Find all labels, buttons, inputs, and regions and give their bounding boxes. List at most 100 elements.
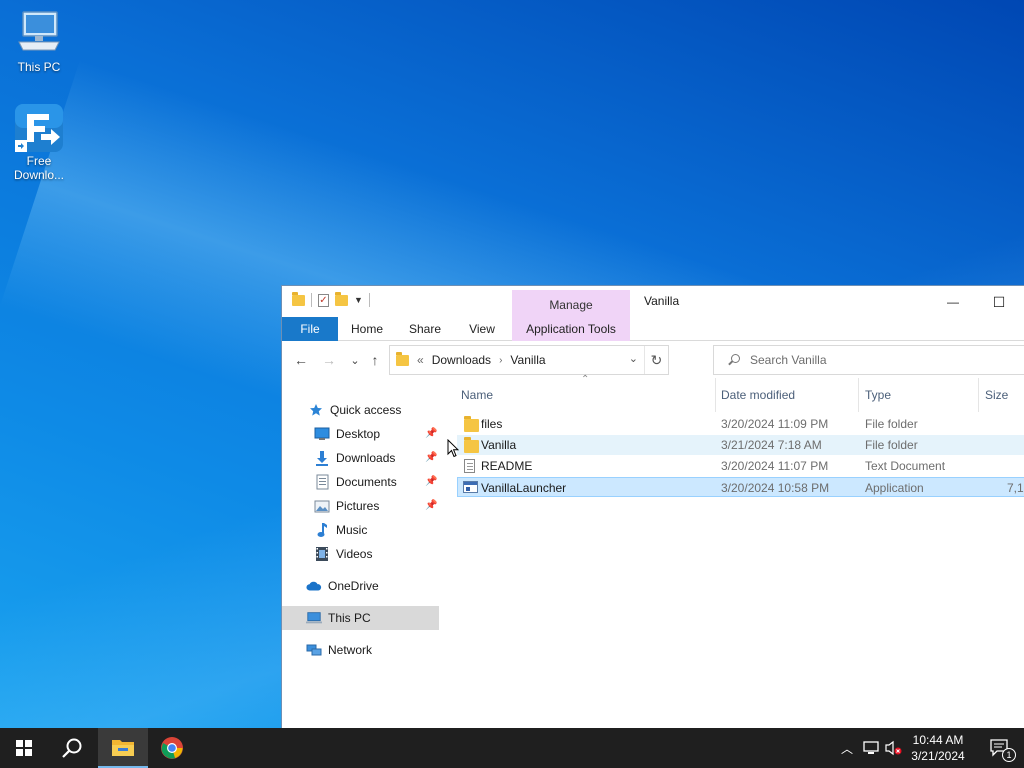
recent-locations-dropdown[interactable]: ⌄	[346, 351, 364, 369]
search-box[interactable]: Search Vanilla	[713, 345, 1024, 375]
pin-icon: 📌	[425, 476, 438, 487]
new-folder-icon[interactable]	[335, 291, 348, 306]
nav-desktop[interactable]: Desktop	[314, 422, 438, 446]
minimize-button[interactable]: —	[930, 290, 976, 314]
computer-icon	[306, 610, 322, 626]
desktop-icon	[314, 426, 330, 442]
file-name: files	[481, 417, 503, 431]
nav-network[interactable]: Network	[306, 638, 438, 662]
title-bar: ✓ ▼ Manage Vanilla — ☐	[282, 286, 1024, 340]
file-date: 3/20/2024 10:58 PM	[721, 481, 830, 495]
navigation-pane: Quick access Desktop 📌 Downloads 📌 Docum…	[282, 396, 439, 728]
this-pc-icon	[15, 10, 63, 58]
breadcrumb-overflow[interactable]: «	[417, 353, 424, 367]
search-placeholder: Search Vanilla	[750, 353, 827, 367]
folder-icon	[292, 291, 305, 306]
free-download-manager-icon	[15, 104, 63, 152]
folder-icon	[464, 437, 479, 453]
desktop-icon-label: Free Downlo...	[13, 154, 65, 182]
chrome-taskbar-button[interactable]	[148, 728, 196, 768]
manage-label: Manage	[549, 298, 593, 312]
file-type: File folder	[865, 438, 918, 452]
tab-share[interactable]: Share	[400, 317, 450, 341]
up-button[interactable]: ↑	[366, 351, 384, 369]
start-button[interactable]	[0, 728, 48, 768]
file-list: ⌃ Name Date modified Type Size files 3/2…	[457, 374, 1024, 728]
tab-application-tools[interactable]: Application Tools	[512, 317, 630, 341]
clock-date: 3/21/2024	[911, 749, 965, 763]
back-button[interactable]: ←	[292, 351, 310, 369]
refresh-button[interactable]: ↻	[644, 346, 668, 374]
file-size: 7,19	[1007, 481, 1024, 495]
search-icon	[728, 354, 740, 366]
column-header-size[interactable]: Size	[981, 378, 1024, 412]
mouse-cursor-icon	[447, 438, 460, 461]
nav-label: Videos	[336, 547, 373, 561]
show-hidden-icons-chevron-icon[interactable]: ︿	[838, 740, 856, 757]
maximize-button[interactable]: ☐	[976, 290, 1022, 314]
navigation-bar: ← → ⌄ ↑ « Downloads › Vanilla ⌄ ↻ Search…	[282, 342, 1024, 378]
nav-onedrive[interactable]: OneDrive	[306, 574, 438, 598]
text-document-icon	[464, 459, 475, 473]
ribbon-tabs: File Home Share View Application Tools	[282, 317, 1024, 341]
desktop-icon-label: This PC	[17, 60, 61, 74]
nav-label: Downloads	[336, 451, 396, 465]
file-row-readme[interactable]: README 3/20/2024 11:07 PM Text Document	[457, 456, 1024, 476]
tab-home[interactable]: Home	[342, 317, 392, 341]
tab-file[interactable]: File	[282, 317, 338, 341]
pin-icon: 📌	[425, 500, 438, 511]
file-type: File folder	[865, 417, 918, 431]
system-tray: ︿	[838, 728, 904, 768]
nav-label: Music	[336, 523, 368, 537]
breadcrumb-downloads[interactable]: Downloads	[432, 353, 491, 367]
network-status-icon[interactable]	[862, 740, 880, 756]
nav-music[interactable]: Music	[314, 518, 438, 542]
search-taskbar-button[interactable]	[48, 728, 96, 768]
volume-muted-icon[interactable]	[884, 740, 904, 756]
music-icon	[314, 522, 330, 538]
tab-view[interactable]: View	[458, 317, 506, 341]
column-header-name[interactable]: Name	[457, 378, 716, 412]
clock-time: 10:44 AM	[912, 733, 964, 747]
chrome-icon	[161, 737, 183, 759]
file-row-vanillalauncher[interactable]: VanillaLauncher 3/20/2024 10:58 PM Appli…	[457, 477, 1024, 497]
file-date: 3/21/2024 7:18 AM	[721, 438, 822, 452]
properties-icon[interactable]: ✓	[318, 293, 329, 307]
nav-label: Quick access	[330, 403, 402, 417]
star-icon	[308, 402, 324, 418]
nav-label: OneDrive	[328, 579, 379, 593]
nav-quick-access[interactable]: Quick access	[308, 398, 438, 422]
nav-this-pc[interactable]: This PC	[282, 606, 439, 630]
documents-icon	[314, 474, 330, 490]
file-explorer-taskbar-button[interactable]	[98, 728, 148, 768]
customize-toolbar-dropdown-icon[interactable]: ▼	[354, 295, 363, 305]
toolbar-separator	[311, 293, 312, 307]
folder-icon	[464, 416, 479, 432]
quick-access-toolbar: ✓ ▼	[292, 291, 370, 307]
column-header-date-modified[interactable]: Date modified	[717, 378, 859, 412]
cloud-icon	[306, 578, 322, 594]
file-row-files[interactable]: files 3/20/2024 11:09 PM File folder	[457, 414, 1024, 434]
pin-icon: 📌	[425, 428, 438, 439]
file-type: Text Document	[865, 459, 946, 473]
pin-icon: 📌	[425, 452, 438, 463]
desktop-icon-free-download-manager[interactable]: Free Downlo...	[1, 104, 77, 182]
breadcrumb: « Downloads › Vanilla	[417, 353, 546, 367]
file-row-vanilla[interactable]: Vanilla 3/21/2024 7:18 AM File folder	[457, 435, 1024, 455]
file-type: Application	[865, 481, 924, 495]
nav-videos[interactable]: Videos	[314, 542, 438, 566]
nav-downloads[interactable]: Downloads	[314, 446, 438, 470]
address-dropdown-icon[interactable]: ⌄	[629, 352, 638, 365]
desktop-icon-this-pc[interactable]: This PC	[1, 10, 77, 74]
file-name: Vanilla	[481, 438, 517, 452]
action-center-button[interactable]: 1	[976, 728, 1024, 768]
breadcrumb-vanilla[interactable]: Vanilla	[510, 353, 545, 367]
nav-documents[interactable]: Documents	[314, 470, 438, 494]
forward-button[interactable]: →	[320, 351, 338, 369]
system-clock[interactable]: 10:44 AM 3/21/2024	[903, 732, 973, 764]
nav-label: Pictures	[336, 499, 380, 513]
address-bar[interactable]: « Downloads › Vanilla ⌄ ↻	[389, 345, 669, 375]
nav-pictures[interactable]: Pictures	[314, 494, 438, 518]
folder-icon	[396, 351, 409, 366]
column-header-type[interactable]: Type	[861, 378, 979, 412]
